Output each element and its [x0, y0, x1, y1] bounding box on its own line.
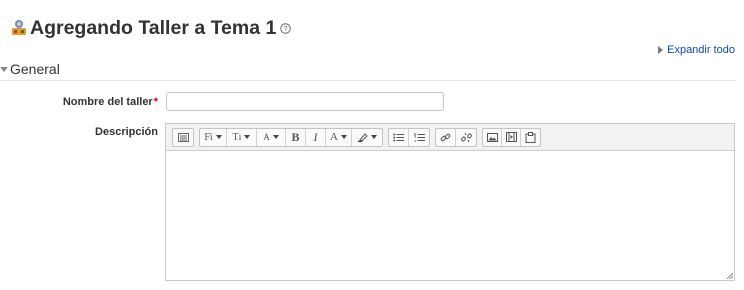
workshop-icon — [12, 20, 26, 35]
ordered-list-icon — [414, 132, 425, 141]
media-icon — [505, 132, 517, 142]
text-color-icon: A — [330, 131, 338, 143]
collapse-caret-icon — [0, 66, 8, 72]
expand-arrow-icon — [658, 46, 664, 54]
description-editor: Fi Tı A B I A — [165, 123, 735, 281]
unordered-list-button[interactable] — [389, 128, 409, 146]
manage-files-button[interactable] — [521, 129, 540, 146]
italic-button[interactable]: I — [306, 128, 326, 146]
svg-text:?: ? — [284, 23, 288, 32]
help-icon[interactable]: ? — [280, 22, 292, 34]
toolbar-group-media — [482, 127, 541, 147]
page-title: Agregando Taller a Tema 1 — [30, 16, 277, 39]
font-size-icon: Tı — [232, 131, 242, 143]
dropdown-arrow-icon — [340, 135, 347, 139]
font-family-icon: Fi — [204, 131, 213, 143]
editor-toolbar: Fi Tı A B I A — [166, 124, 734, 151]
name-label: Nombre del taller* — [63, 96, 158, 108]
expand-all-label: Expandir todo — [667, 44, 735, 56]
show-more-icon — [177, 132, 189, 142]
dropdown-arrow-icon — [244, 135, 251, 139]
link-button[interactable] — [436, 128, 456, 146]
bold-button[interactable]: B — [286, 128, 306, 146]
italic-icon: I — [313, 129, 318, 144]
ordered-list-button[interactable] — [409, 129, 429, 146]
manage-files-icon — [525, 131, 536, 143]
description-textarea[interactable] — [166, 151, 734, 280]
show-more-button[interactable] — [173, 129, 193, 146]
unlink-button[interactable] — [456, 129, 476, 146]
page-header: Agregando Taller a Tema 1 ? — [10, 14, 292, 42]
link-icon — [440, 133, 451, 141]
toolbar-group-links — [435, 127, 477, 147]
required-icon: * — [153, 96, 158, 108]
dropdown-arrow-icon — [215, 135, 222, 139]
resize-handle-icon[interactable] — [726, 272, 733, 279]
name-label-text: Nombre del taller — [62, 96, 153, 108]
highlight-color-icon — [357, 133, 368, 142]
unordered-list-icon — [393, 133, 404, 141]
paragraph-style-icon: A — [263, 132, 270, 142]
highlight-color-button[interactable] — [352, 129, 382, 146]
toolbar-group-lists — [388, 127, 430, 147]
dropdown-arrow-icon — [272, 135, 279, 139]
toolbar-group-more — [172, 127, 194, 147]
section-general-toggle[interactable]: General — [0, 60, 60, 78]
dropdown-arrow-icon — [370, 135, 377, 139]
font-family-button[interactable]: Fi — [200, 128, 227, 146]
section-legend: General — [10, 61, 60, 77]
text-color-button[interactable]: A — [326, 128, 352, 146]
section-divider — [0, 80, 736, 81]
font-size-button[interactable]: Tı — [227, 128, 257, 146]
bold-icon: B — [291, 129, 300, 144]
image-icon — [486, 132, 498, 142]
expand-all-link[interactable]: Expandir todo — [658, 44, 735, 56]
paragraph-style-button[interactable]: A — [257, 128, 286, 146]
image-button[interactable] — [483, 128, 502, 146]
unlink-icon — [460, 132, 472, 142]
media-button[interactable] — [502, 128, 521, 146]
description-label: Descripción — [95, 126, 158, 138]
toolbar-group-style: Fi Tı A B I A — [199, 127, 383, 147]
name-input[interactable] — [166, 92, 444, 111]
